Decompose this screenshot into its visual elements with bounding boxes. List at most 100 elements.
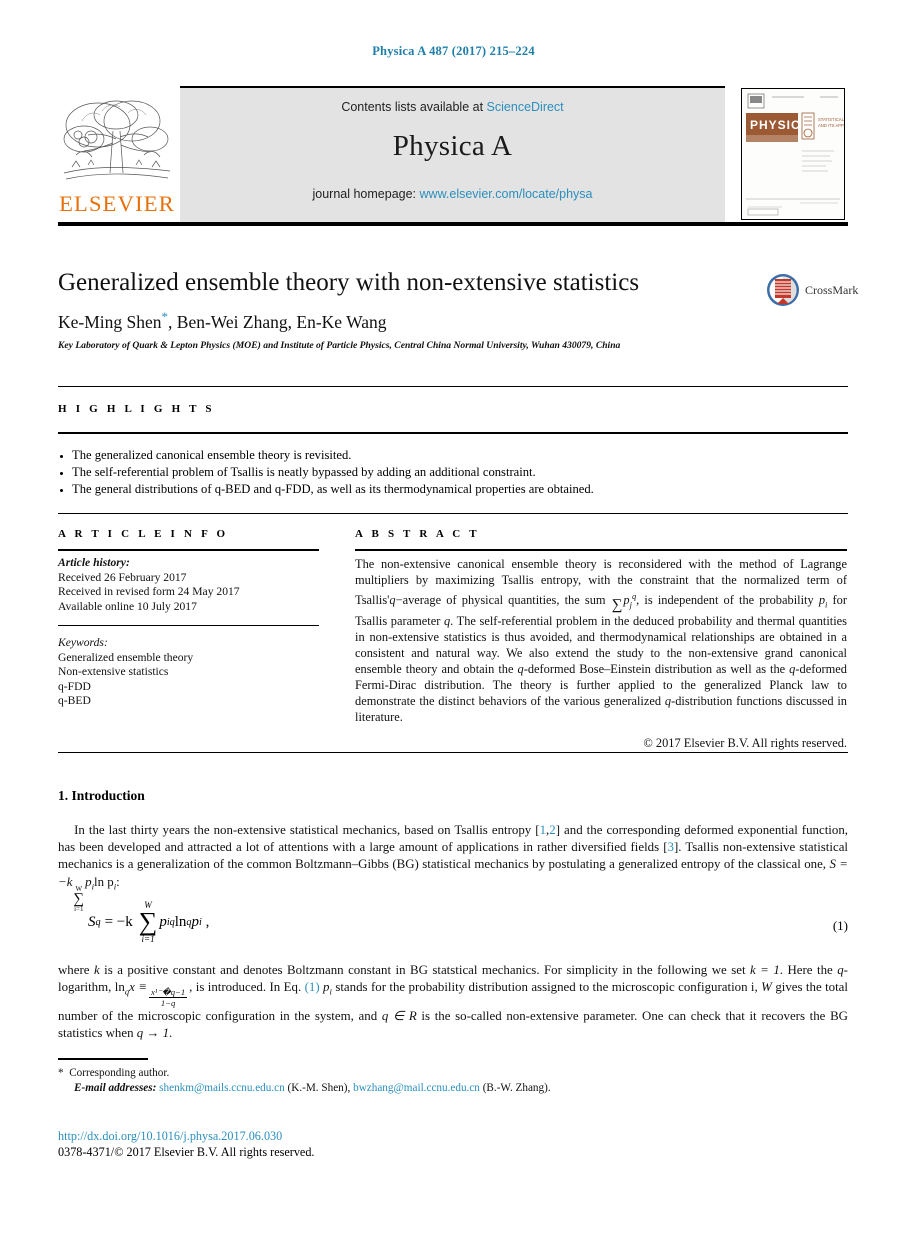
intro-p2-f: stands for the probability distribution … <box>335 980 758 995</box>
list-item: The generalized canonical ensemble theor… <box>72 447 848 463</box>
rule-under-article-info-heading <box>58 549 319 551</box>
intro-p2-p-sub: i <box>329 986 332 997</box>
keyword-item: q-FDD <box>58 679 91 693</box>
abstract-heading: A B S T R A C T <box>355 528 480 540</box>
equation-1-reference[interactable]: (1) <box>305 980 320 994</box>
rule-above-article-info <box>58 513 848 514</box>
abstract-sum-sub: j <box>629 599 632 610</box>
intro-p2-W: W <box>761 980 772 995</box>
paper-page: Physica A 487 (2017) 215–224 ELSEVIER Co… <box>0 0 907 1238</box>
rule-below-abstract <box>58 752 848 753</box>
available-online-date: Available online 10 July 2017 <box>58 599 197 613</box>
eq1-term: p <box>159 913 167 930</box>
doi-link[interactable]: http://dx.doi.org/10.1016/j.physa.2017.0… <box>58 1128 658 1144</box>
svg-text:PHYSICA: PHYSICA <box>750 118 810 132</box>
received-date: Received 26 February 2017 <box>58 570 187 584</box>
intro-p2-k: k <box>93 963 100 977</box>
crossmark-label: CrossMark <box>805 282 859 297</box>
email-addresses: E-mail addresses: shenkm@mails.ccnu.edu.… <box>58 1081 658 1096</box>
intro-p2-qR: q ∈ R <box>381 1009 417 1024</box>
article-info-separator <box>58 625 319 626</box>
crossmark-badge[interactable]: CrossMark <box>766 268 906 312</box>
fraction: x¹⁻�q−1 1−q <box>149 987 188 1009</box>
eq1-equals: = −k <box>104 913 133 930</box>
masthead-bottom-rule <box>58 222 848 226</box>
homepage-line: journal homepage: www.elsevier.com/locat… <box>180 187 725 201</box>
title-block: Generalized ensemble theory with non-ext… <box>58 268 858 352</box>
summation-icon: ∑ <box>611 597 623 614</box>
keyword-item: Generalized ensemble theory <box>58 650 194 664</box>
author-list: Ke-Ming Shen*, Ben-Wei Zhang, En-Ke Wang <box>58 309 848 333</box>
highlight-text: The general distributions of q-BED and q… <box>72 481 594 496</box>
intro-p2-setk: k = 1 <box>750 963 780 977</box>
eq1-ln: ln <box>174 913 187 930</box>
article-history-label: Article history: <box>58 556 130 569</box>
intro-p2-e: , is introduced. In Eq. <box>189 980 302 995</box>
email-link-zhang[interactable]: bwzhang@mail.ccnu.edu.cn <box>353 1082 480 1094</box>
highlights-heading: H I G H L I G H T S <box>58 403 215 415</box>
sum-lower-limit: i=1 <box>141 934 155 944</box>
fraction-numerator: x¹⁻�q−1 <box>149 987 188 999</box>
highlight-text: The generalized canonical ensemble theor… <box>72 448 352 462</box>
intro-p1-a: In the last thirty years the non-extensi… <box>74 823 540 837</box>
elsevier-tree-icon <box>58 95 176 191</box>
abstract-body: The non-extensive canonical ensemble the… <box>355 556 847 751</box>
homepage-prefix: journal homepage: <box>312 187 417 201</box>
corresponding-author-text: Corresponding author. <box>69 1067 170 1079</box>
intro-p2-x: x ≡ <box>129 980 147 995</box>
eq1-lhs-sub: q <box>95 916 101 928</box>
journal-band: Contents lists available at ScienceDirec… <box>180 88 725 222</box>
footnote-star: * <box>58 1067 64 1079</box>
rule-under-highlights-heading <box>58 432 848 434</box>
highlights-list: The generalized canonical ensemble theor… <box>58 447 848 498</box>
email-label: E-mail addresses: <box>74 1081 157 1094</box>
rule-under-abstract-heading <box>355 549 847 551</box>
intro-paragraph-2: where k is a positive constant and denot… <box>58 962 848 1043</box>
journal-title: Physica A <box>392 130 513 162</box>
intro-p2-i: . <box>169 1026 173 1041</box>
sciencedirect-link[interactable]: ScienceDirect <box>487 100 564 114</box>
affiliation: Key Laboratory of Quark & Lepton Physics… <box>58 339 621 351</box>
email-link-shen[interactable]: shenkm@mails.ccnu.edu.cn <box>159 1082 285 1094</box>
intro-p2-qlim: q → 1 <box>136 1026 170 1041</box>
elsevier-wordmark: ELSEVIER <box>59 191 175 216</box>
journal-masthead: ELSEVIER Contents lists available at Sci… <box>58 86 848 226</box>
keywords-block: Keywords: Generalized ensemble theory No… <box>58 636 318 709</box>
svg-text:STATISTICAL MECHANICS: STATISTICAL MECHANICS <box>818 117 844 122</box>
intro-p2-a: where <box>58 963 90 977</box>
issn-copyright-line: 0378-4371/© 2017 Elsevier B.V. All right… <box>58 1145 315 1159</box>
journal-cover-thumbnail: PHYSICA STATISTICAL MECHANICS AND ITS AP… <box>741 88 845 220</box>
author-rest: , Ben-Wei Zhang, En-Ke Wang <box>168 311 387 332</box>
author-primary: Ke-Ming Shen <box>58 311 162 332</box>
intro-entropy-tail2: ln p <box>94 874 114 889</box>
revised-date: Received in revised form 24 May 2017 <box>58 585 240 599</box>
contents-line: Contents lists available at ScienceDirec… <box>180 88 725 114</box>
summation-icon: W ∑ i=1 <box>138 900 158 944</box>
keywords-label: Keywords: <box>58 636 108 649</box>
copyright-line: © 2017 Elsevier B.V. All rights reserved… <box>643 735 847 750</box>
crossmark-icon <box>767 274 799 306</box>
fraction-denominator: 1−q <box>160 998 176 1009</box>
list-item: The self-referential problem of Tsallis … <box>72 464 848 480</box>
highlight-text: The self-referential problem of Tsallis … <box>72 464 536 479</box>
running-head: Physica A 487 (2017) 215–224 <box>372 44 535 58</box>
abstract-p-sub: i <box>825 599 828 610</box>
journal-homepage-link[interactable]: www.elsevier.com/locate/physa <box>420 187 593 201</box>
equation-1-body: Sq = −k W ∑ i=1 p i q ln q p i , <box>88 900 209 944</box>
contents-prefix: Contents lists available at <box>341 100 484 114</box>
footer-block: http://dx.doi.org/10.1016/j.physa.2017.0… <box>58 1128 658 1160</box>
list-item: The general distributions of q-BED and q… <box>72 481 848 497</box>
equation-1-number: (1) <box>832 918 848 933</box>
rule-above-highlights <box>58 386 848 387</box>
intro-p2-b: is a positive constant and denotes Boltz… <box>104 963 746 977</box>
eq1-p: p <box>191 913 200 930</box>
footnote-rule <box>58 1058 148 1060</box>
svg-text:AND ITS APPLICATIONS: AND ITS APPLICATIONS <box>818 123 844 128</box>
abstract-part-6: -deformed Bose–Einstein distribution as … <box>523 662 786 677</box>
eq1-lhs: S <box>88 913 96 930</box>
article-info-heading: A R T I C L E I N F O <box>58 528 229 540</box>
abstract-part-2: −average of physical quantities, the sum <box>395 593 606 608</box>
article-history: Article history: Received 26 February 20… <box>58 556 318 614</box>
footnote-block: * Corresponding author. E-mail addresses… <box>58 1066 658 1095</box>
eq1-comma: , <box>205 913 210 930</box>
